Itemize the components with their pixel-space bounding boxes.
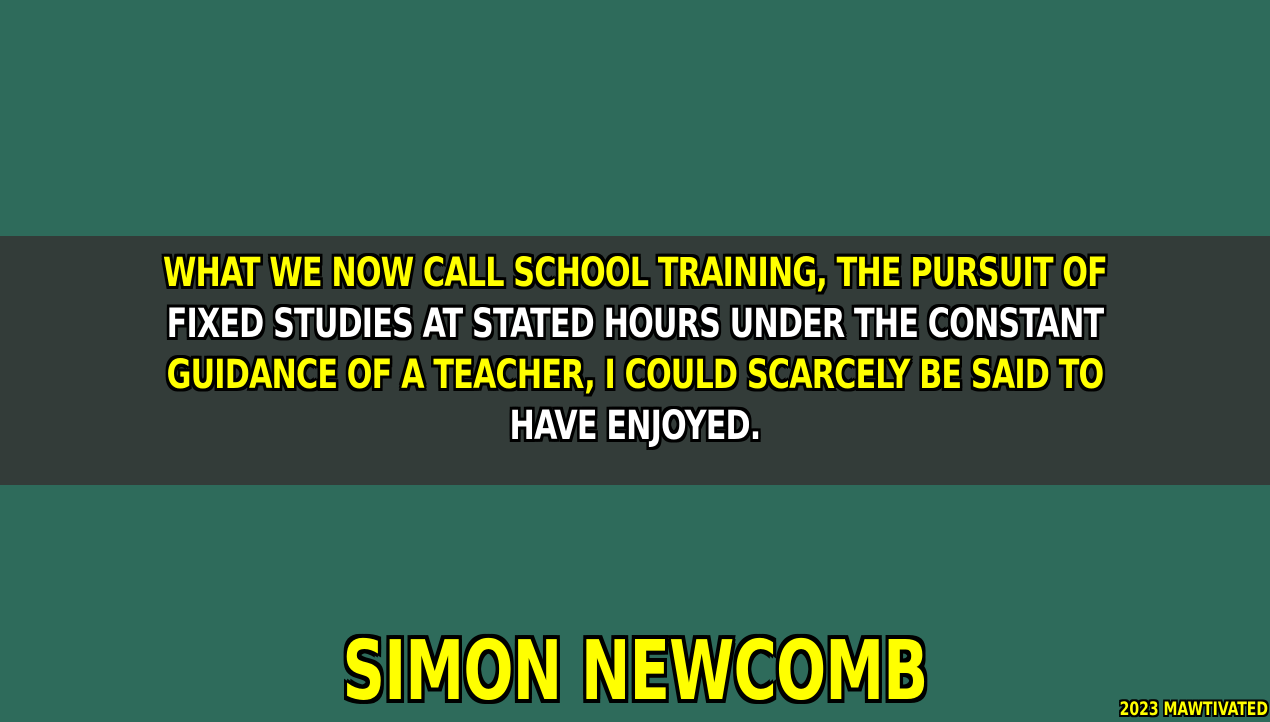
quote-line-2: FIXED STUDIES AT STATED HOURS UNDER THE … xyxy=(166,301,1104,347)
quote-line-1: WHAT WE NOW CALL SCHOOL TRAINING, THE PU… xyxy=(163,250,1108,296)
quote-text: WHAT WE NOW CALL SCHOOL TRAINING, THE PU… xyxy=(152,248,1118,452)
quote-line-4: HAVE ENJOYED. xyxy=(509,403,762,449)
watermark-credit: 2023 MAWTIVATED xyxy=(1119,698,1268,720)
author-name: SIMON NEWCOMB xyxy=(342,624,929,719)
quote-line-3: GUIDANCE OF A TEACHER, I COULD SCARCELY … xyxy=(166,352,1105,398)
